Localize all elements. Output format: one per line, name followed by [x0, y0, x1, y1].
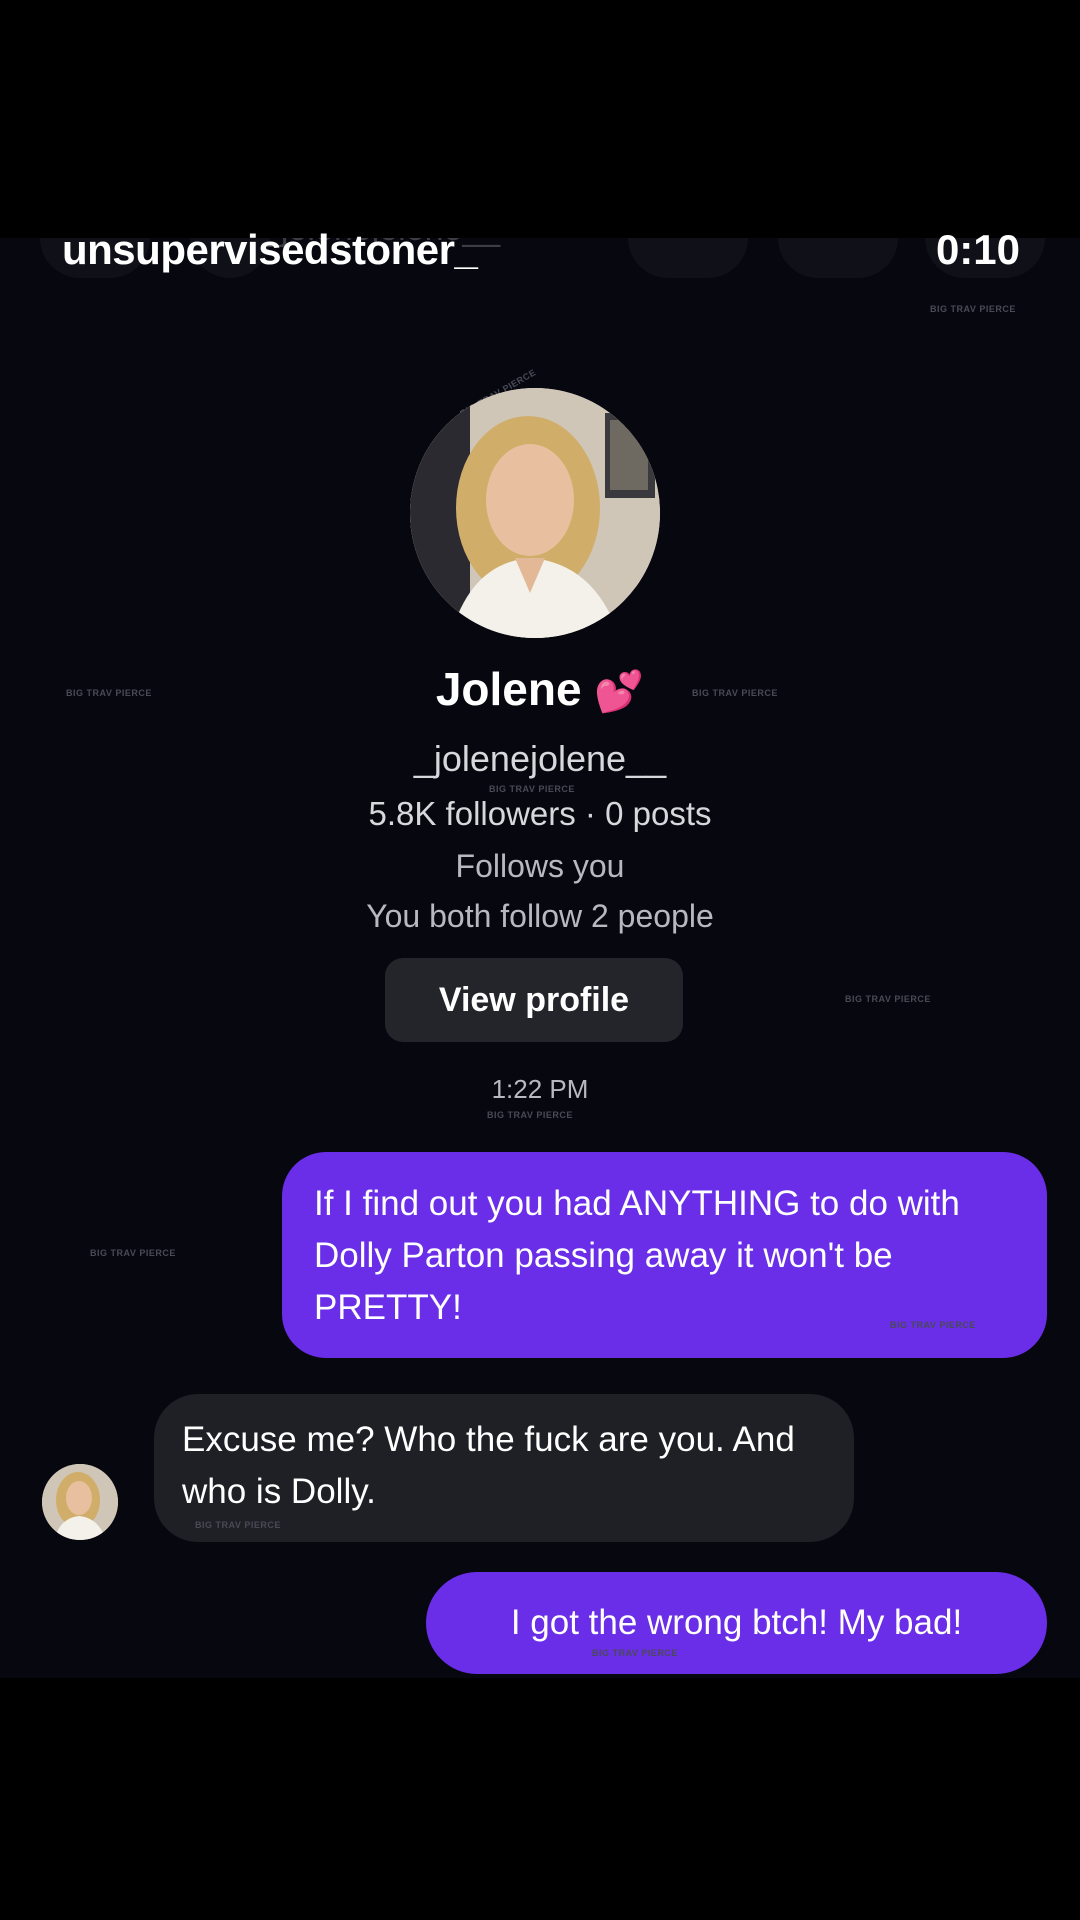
watermark: BIG TRAV PIERCE [592, 1648, 678, 1658]
view-profile-button[interactable]: View profile [385, 958, 683, 1042]
story-timer: 0:10 [935, 226, 1020, 273]
two-hearts-icon: 💕 [594, 670, 645, 714]
watermark: BIG TRAV PIERCE [845, 994, 931, 1004]
watermark: BIG TRAV PIERCE [90, 1248, 176, 1258]
follows-you-label: Follows you [455, 848, 625, 884]
profile-avatar[interactable] [410, 388, 660, 638]
sender-avatar[interactable] [42, 1464, 118, 1540]
message-timestamp: 1:22 PM [491, 1074, 589, 1104]
watermark: BIG TRAV PIERCE [487, 1110, 573, 1120]
profile-name: Jolene 💕 [0, 662, 1080, 716]
watermark: BIG TRAV PIERCE [890, 1320, 976, 1330]
story-frame: unsupervisedstoner_ 0:10 _jolenejolene__… [0, 0, 1080, 1920]
profile-handle: _jolenejolene__ [413, 738, 667, 779]
outgoing-message[interactable]: I got the wrong btch! My bad! [426, 1572, 1047, 1674]
video-call-icon[interactable] [628, 238, 748, 278]
watermark: BIG TRAV PIERCE [930, 304, 1016, 314]
phone-call-icon[interactable] [778, 238, 898, 278]
story-username[interactable]: unsupervisedstoner_ [62, 226, 478, 274]
profile-stats: 5.8K followers · 0 posts [368, 795, 712, 832]
watermark: BIG TRAV PIERCE [195, 1520, 281, 1530]
mutual-follows-label: You both follow 2 people [366, 898, 714, 934]
profile-display-name: Jolene [435, 663, 582, 715]
profile-photo [410, 388, 660, 638]
sender-photo [42, 1464, 118, 1540]
watermark: BIG TRAV PIERCE [489, 784, 575, 794]
dm-screenshot: _jolenejolene__ BIG TRAV PIERCE BIG TRAV… [0, 238, 1080, 1678]
